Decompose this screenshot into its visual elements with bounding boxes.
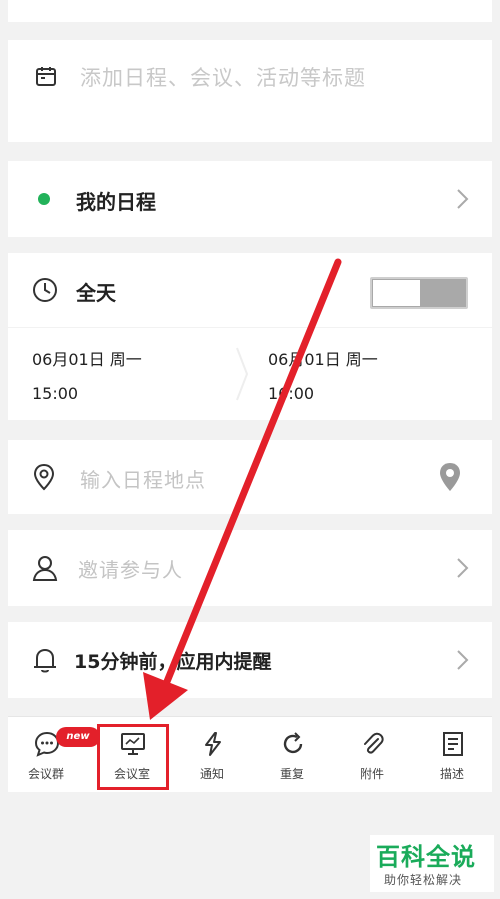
person-icon — [32, 556, 58, 581]
calendar-icon — [36, 67, 56, 86]
chevron-right-icon — [457, 558, 469, 578]
toolbar-label: 会议室 — [113, 767, 150, 781]
map-pin-icon[interactable] — [438, 462, 462, 492]
location-input-placeholder[interactable]: 输入日程地点 — [80, 464, 206, 493]
toolbar-label: 描述 — [439, 767, 464, 781]
chevron-right-icon — [457, 189, 469, 209]
watermark-title: 百科全说 — [376, 843, 476, 871]
watermark-logo: 百科全说 助你轻松解决 — [370, 835, 494, 892]
calendar-name: 我的日程 — [76, 190, 156, 214]
toolbar-meeting-room[interactable]: 会议室 — [100, 717, 164, 793]
toolbar-label: 附件 — [359, 767, 384, 781]
new-badge: new — [56, 727, 100, 747]
toolbar-label: 重复 — [279, 767, 304, 781]
location-pin-icon — [33, 463, 55, 491]
paperclip-icon — [364, 732, 384, 754]
start-time[interactable]: 15:00 — [32, 384, 78, 403]
all-day-toggle[interactable] — [370, 277, 468, 309]
monitor-icon — [121, 733, 145, 755]
clock-icon — [33, 278, 57, 302]
repeat-icon — [283, 732, 303, 754]
toolbar-attachment[interactable]: 附件 — [340, 717, 404, 793]
bell-icon — [34, 648, 56, 673]
toolbar-repeat[interactable]: 重复 — [260, 717, 324, 793]
title-input-placeholder[interactable]: 添加日程、会议、活动等标题 — [80, 62, 366, 92]
invite-participants-row[interactable]: 邀请参与人 — [8, 530, 492, 606]
toolbar-label: 会议群 — [27, 767, 64, 781]
reminder-label: 15分钟前，应用内提醒 — [74, 651, 272, 673]
document-icon — [443, 732, 463, 756]
lightning-icon — [205, 732, 221, 756]
end-time[interactable]: 16:00 — [268, 384, 314, 403]
previous-header-strip — [8, 0, 492, 22]
watermark-subtitle: 助你轻松解决 — [384, 873, 463, 887]
location-row[interactable]: 输入日程地点 — [8, 440, 492, 514]
title-input-card[interactable]: 添加日程、会议、活动等标题 — [8, 40, 492, 142]
toolbar-label: 通知 — [199, 767, 224, 781]
bottom-toolbar: 会议群 new 会议室 通知 重复 附件 描述 — [8, 716, 492, 792]
all-day-label: 全天 — [76, 281, 116, 305]
calendar-select-row[interactable]: 我的日程 — [8, 161, 492, 237]
invite-placeholder: 邀请参与人 — [78, 558, 183, 582]
calendar-color-dot — [38, 193, 50, 205]
start-date[interactable]: 06月01日 周一 — [32, 346, 142, 370]
time-separator-chevron — [236, 347, 249, 401]
toolbar-notify[interactable]: 通知 — [180, 717, 244, 793]
end-date[interactable]: 06月01日 周一 — [268, 346, 378, 370]
time-range-row[interactable]: 06月01日 周一 15:00 06月01日 周一 16:00 — [8, 328, 492, 420]
all-day-row: 全天 — [8, 253, 492, 327]
toggle-knob — [373, 280, 420, 306]
reminder-row[interactable]: 15分钟前，应用内提醒 — [8, 622, 492, 698]
chevron-right-icon — [457, 650, 469, 670]
toolbar-description[interactable]: 描述 — [420, 717, 484, 793]
